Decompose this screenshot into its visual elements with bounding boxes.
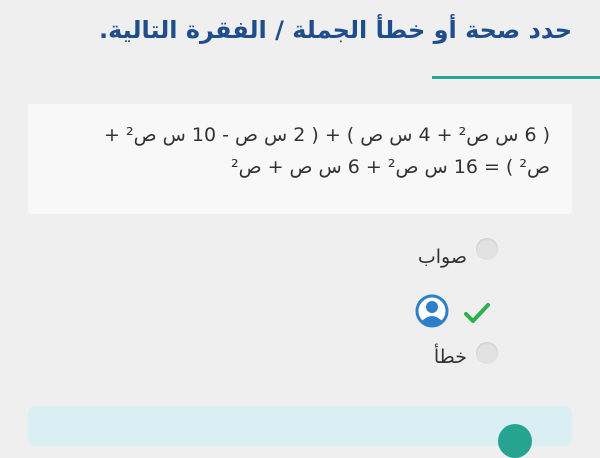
- check-icon: [464, 303, 490, 323]
- feedback-panel: [28, 406, 572, 458]
- question-box: ( 6 س ص² + 4 س ص ) + ( 2 س ص - 10 س ص² +…: [28, 104, 572, 214]
- avatar-icon: [415, 294, 449, 328]
- title-divider: [432, 76, 600, 79]
- option-false-label: خطأ: [433, 346, 467, 368]
- question-text-line-1: ( 6 س ص² + 4 س ص ) + ( 2 س ص - 10 س ص² +: [104, 124, 550, 146]
- question-title: حدد صحة أو خطأ الجملة / الفقرة التالية.: [99, 16, 572, 44]
- option-true-label: صواب: [417, 246, 467, 268]
- question-text-line-2: ص² ) = 16 س ص² + 6 س ص + ص²: [230, 156, 550, 178]
- radio-false[interactable]: [476, 342, 498, 364]
- radio-true[interactable]: [476, 238, 498, 260]
- feedback-badge: [498, 424, 532, 458]
